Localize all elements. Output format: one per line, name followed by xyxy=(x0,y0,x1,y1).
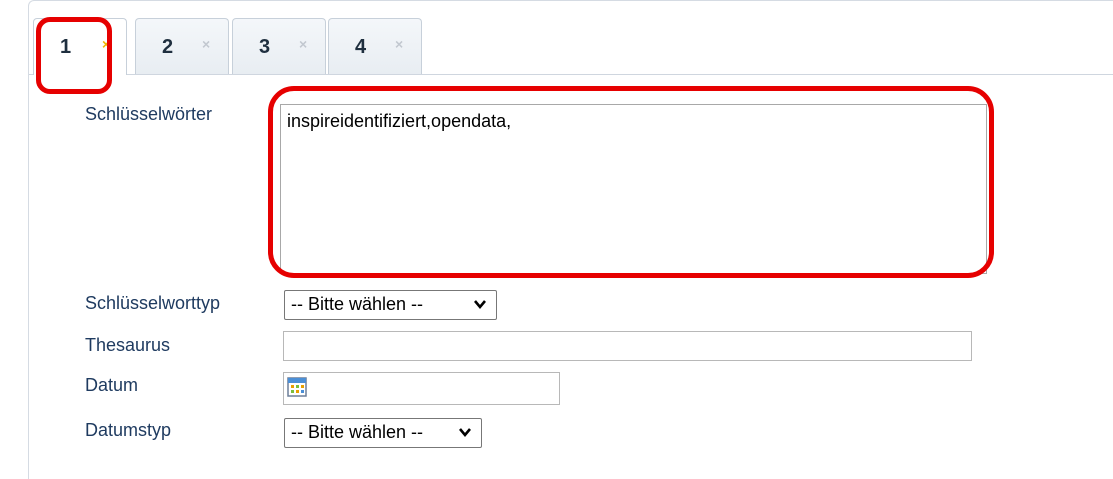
tab-1[interactable]: 1 × xyxy=(33,18,127,75)
keywords-textarea[interactable]: inspireidentifiziert,opendata, xyxy=(280,104,987,274)
thesaurus-label: Thesaurus xyxy=(85,335,171,355)
keywords-label: Schlüsselwörter xyxy=(85,104,213,124)
keyword-type-value: -- Bitte wählen -- xyxy=(291,294,424,314)
tab-bar: 1 × 2 × 3 × 4 × xyxy=(29,18,1113,75)
chevron-down-icon xyxy=(474,300,486,310)
tab-label: 3 xyxy=(259,36,271,58)
chevron-down-icon xyxy=(459,428,471,438)
tab-3[interactable]: 3 × xyxy=(232,18,326,74)
close-icon[interactable]: × xyxy=(102,36,110,52)
close-icon[interactable]: × xyxy=(395,36,403,52)
date-label: Datum xyxy=(85,375,139,395)
close-icon[interactable]: × xyxy=(299,36,307,52)
date-type-label: Datumstyp xyxy=(85,420,172,440)
tab-label: 1 xyxy=(60,36,72,58)
tab-4[interactable]: 4 × xyxy=(328,18,422,74)
calendar-icon[interactable] xyxy=(287,377,307,397)
tab-2[interactable]: 2 × xyxy=(135,18,229,74)
tab-label: 4 xyxy=(355,36,367,58)
date-type-value: -- Bitte wählen -- xyxy=(291,422,424,442)
keyword-type-select[interactable]: -- Bitte wählen -- xyxy=(284,290,497,320)
keyword-type-label: Schlüsselworttyp xyxy=(85,293,221,313)
date-input[interactable] xyxy=(283,372,560,405)
tab-label: 2 xyxy=(162,36,174,58)
thesaurus-input[interactable] xyxy=(283,331,972,361)
date-type-select[interactable]: -- Bitte wählen -- xyxy=(284,418,482,448)
close-icon[interactable]: × xyxy=(202,36,210,52)
